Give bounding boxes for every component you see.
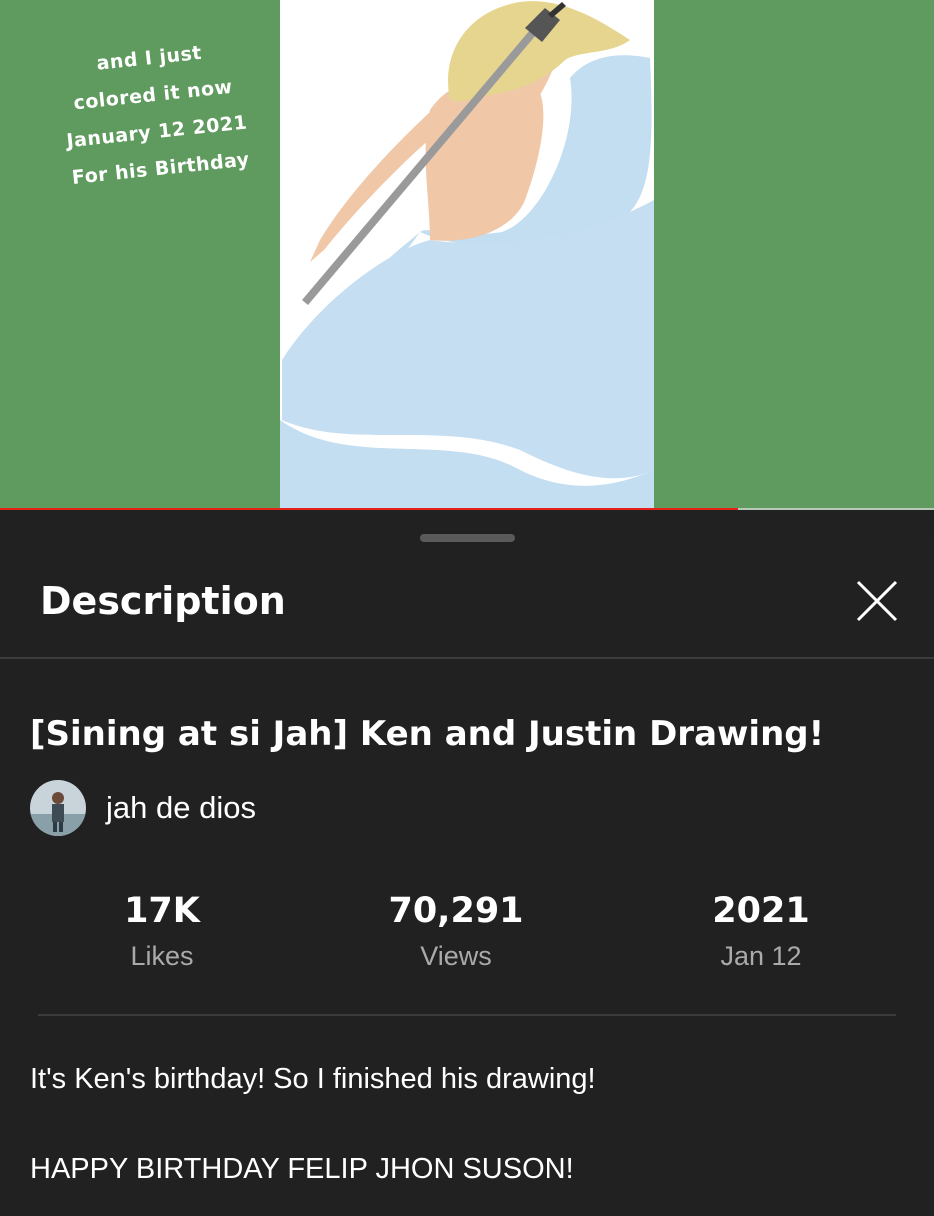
description-panel: Description [Sining at si Jah] Ken and J… [0,516,934,1216]
avatar[interactable] [30,780,86,836]
panel-title: Description [40,579,286,623]
progress-bar-fill [0,508,738,510]
video-player[interactable]: and I just colored it now January 12 202… [0,0,934,510]
date-stat: 2021 Jan 12 [651,888,871,974]
publish-date: Jan 12 [720,941,802,971]
likes-stat: 17K Likes [52,888,272,974]
likes-count: 17K [124,891,200,931]
video-title: [Sining at si Jah] Ken and Justin Drawin… [30,714,825,754]
description-text: HAPPY BIRTHDAY FELIP JHON SUSON! [30,1153,574,1185]
channel-link[interactable]: jah de dios [30,780,256,836]
likes-label: Likes [130,941,194,971]
description-text: It's Ken's birthday! So I finished his d… [30,1063,596,1095]
divider [38,1014,896,1016]
views-label: Views [420,941,492,971]
channel-name[interactable]: jah de dios [106,788,256,828]
progress-bar[interactable] [0,508,934,510]
avatar-image [30,780,86,836]
figure-drawing [280,1,654,510]
drawing-artwork [280,0,654,510]
video-overlay-text: and I just colored it now January 12 202… [18,27,292,201]
drag-handle[interactable] [420,534,515,542]
close-button[interactable] [852,576,902,626]
views-stat: 70,291 Views [346,888,566,974]
views-count: 70,291 [388,891,524,931]
divider [0,657,934,659]
publish-year: 2021 [712,891,810,931]
close-icon [856,580,898,622]
